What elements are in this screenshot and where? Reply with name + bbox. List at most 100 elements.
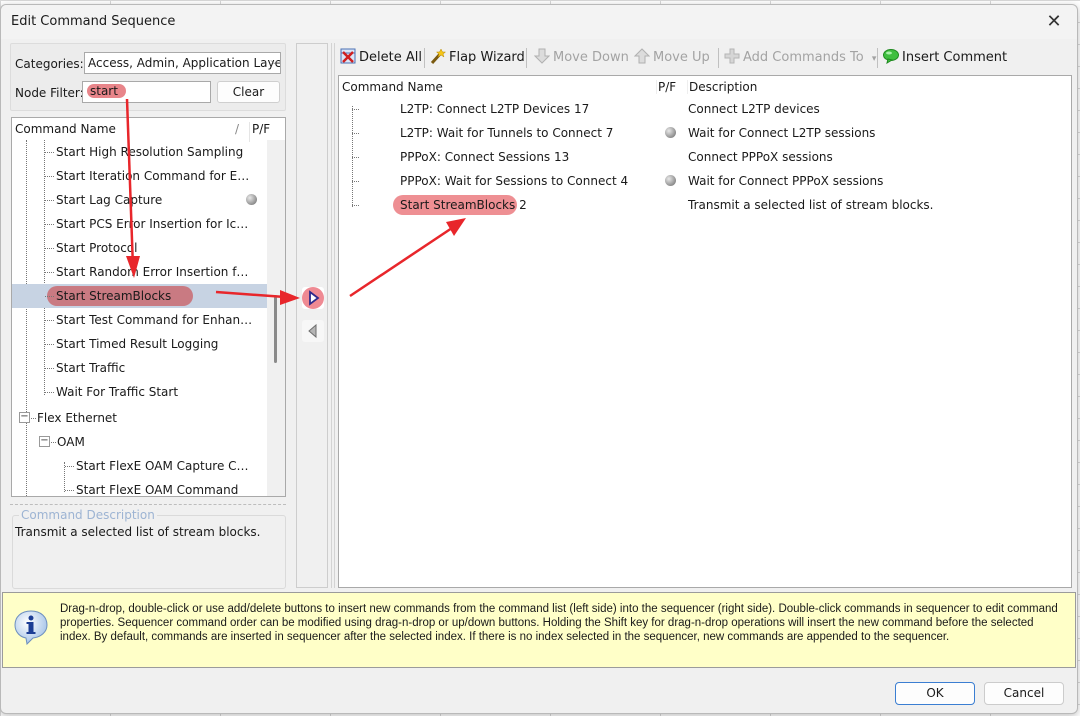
sequencer-command-description: Wait for Connect PPPoX sessions — [688, 174, 884, 188]
tree-connector — [45, 248, 54, 249]
tree-connector — [31, 418, 36, 419]
node-filter-input[interactable]: start — [82, 81, 211, 103]
sequencer-header: Command Name P/F Description — [339, 76, 1071, 98]
tree-group-label: Flex Ethernet — [37, 411, 118, 425]
tree-item[interactable]: Start FlexE OAM Command — [12, 478, 267, 497]
tree-item[interactable]: Start Protocol — [12, 236, 267, 260]
node-filter-label: Node Filter: — [15, 86, 84, 100]
command-tree[interactable]: Command Name / P/F Start High Resolution… — [11, 117, 286, 497]
add-commands-to-label: Add Commands To — [743, 50, 864, 65]
flap-wizard-button[interactable]: Flap Wizard — [430, 48, 525, 68]
categories-value: Access, Admin, Application Laye… — [88, 56, 281, 70]
tree-col-command-name[interactable]: Command Name — [15, 122, 116, 136]
sequencer-row[interactable]: PPPoX: Wait for Sessions to Connect 4 Wai… — [339, 169, 1071, 193]
dropdown-caret-icon: ▾ — [871, 54, 877, 64]
tree-col-pf[interactable]: P/F — [249, 122, 270, 142]
sequencer-row[interactable]: L2TP: Connect L2TP Devices 17 Connect L2T… — [339, 97, 1071, 121]
tree-connector — [45, 272, 54, 273]
toolbar-separator — [877, 48, 878, 68]
sequencer-row[interactable]: PPPoX: Connect Sessions 13 Connect PPPoX … — [339, 145, 1071, 169]
tree-scrollbar[interactable] — [267, 140, 285, 496]
remove-from-sequence-button[interactable] — [302, 320, 324, 342]
cancel-button[interactable]: Cancel — [984, 682, 1064, 705]
sequencer-command-name: L2TP: Wait for Tunnels to Connect 7 — [400, 126, 614, 140]
tree-connector — [352, 109, 359, 110]
tree-item[interactable]: Start Iteration Command for E… — [12, 164, 267, 188]
splitter[interactable] — [10, 504, 286, 505]
tree-item-label: Start FlexE OAM Command — [76, 483, 239, 497]
tree-item-label: Start FlexE OAM Capture C… — [76, 459, 249, 473]
tree-connector — [45, 368, 54, 369]
tree-item[interactable]: Start FlexE OAM Capture C… — [12, 454, 267, 478]
tree-item[interactable]: Start Traffic — [12, 356, 267, 380]
tree-connector — [45, 152, 54, 153]
scrollbar-thumb[interactable] — [274, 295, 277, 363]
pf-status-icon — [665, 175, 676, 186]
categories-label: Categories: — [15, 57, 84, 71]
command-description-text: Transmit a selected list of stream block… — [15, 525, 261, 539]
sequencer-command-description: Wait for Connect L2TP sessions — [688, 126, 876, 140]
flap-wizard-label: Flap Wizard — [449, 50, 525, 65]
tree-item-label: Start StreamBlocks — [56, 289, 172, 303]
insert-comment-button[interactable]: Insert Comment — [883, 48, 1007, 68]
dialog-title: Edit Command Sequence — [11, 14, 176, 29]
tree-group-oam[interactable]: − OAM — [12, 430, 267, 454]
collapse-icon[interactable]: − — [19, 412, 30, 423]
tree-item-label: Start Traffic — [56, 361, 126, 375]
seq-col-pf[interactable]: P/F — [656, 80, 676, 94]
categories-dropdown[interactable]: Access, Admin, Application Laye… ⌵ — [84, 52, 281, 74]
move-up-label: Move Up — [653, 50, 710, 65]
tree-item[interactable]: Start Timed Result Logging — [12, 332, 267, 356]
tree-item[interactable]: Start PCS Error Insertion for Ic… — [12, 212, 267, 236]
info-icon — [14, 610, 48, 645]
node-filter-value: start — [87, 84, 126, 98]
seq-col-command-name[interactable]: Command Name — [342, 80, 443, 94]
delete-all-icon — [340, 48, 356, 64]
arrow-left-icon — [308, 323, 317, 339]
arrow-down-icon — [534, 48, 550, 64]
ok-button[interactable]: OK — [895, 682, 975, 705]
tree-connector — [45, 176, 54, 177]
tree-connector — [352, 157, 359, 158]
info-bar: Drag-n-drop, double-click or use add/del… — [2, 592, 1076, 668]
tree-item[interactable]: Start Test Command for Enhan… — [12, 308, 267, 332]
tree-item[interactable]: Start StreamBlocks — [12, 284, 267, 308]
panel-splitter[interactable] — [331, 43, 335, 588]
sequencer-command-description: Transmit a selected list of stream block… — [688, 198, 934, 212]
sequencer-command-name: L2TP: Connect L2TP Devices 17 — [400, 102, 590, 116]
arrow-up-icon — [634, 48, 650, 64]
tree-connector — [65, 466, 74, 467]
collapse-icon[interactable]: − — [39, 436, 50, 447]
seq-col-description[interactable]: Description — [687, 80, 757, 94]
command-description-legend: Command Description — [19, 508, 157, 522]
insert-comment-label: Insert Comment — [902, 50, 1008, 65]
tree-item-label: Start High Resolution Sampling — [56, 145, 244, 159]
tree-connector — [45, 320, 54, 321]
tree-item-label: Start Timed Result Logging — [56, 337, 219, 351]
sequencer-command-name: PPPoX: Wait for Sessions to Connect 4 — [400, 174, 629, 188]
tree-connector — [352, 133, 359, 134]
plus-icon — [724, 48, 740, 64]
move-down-button[interactable]: Move Down — [534, 48, 629, 68]
sequencer-row[interactable]: Start StreamBlocks 2 Transmit a selected … — [339, 193, 1071, 217]
add-to-sequence-button[interactable] — [302, 287, 324, 309]
delete-all-button[interactable]: Delete All — [340, 48, 422, 68]
tree-item[interactable]: Wait For Traffic Start — [12, 380, 267, 404]
add-commands-to-dropdown[interactable]: Add Commands To ▾ — [724, 48, 876, 68]
clear-button[interactable]: Clear — [217, 81, 280, 103]
tree-item[interactable]: Start Lag Capture — [12, 188, 267, 212]
tree-connector — [45, 296, 54, 297]
tree-connector — [65, 490, 74, 491]
tree-item[interactable]: Start High Resolution Sampling — [12, 140, 267, 164]
move-up-button[interactable]: Move Up — [634, 48, 710, 68]
close-icon[interactable]: ✕ — [1043, 11, 1065, 33]
tree-connector — [352, 205, 359, 206]
sequencer-list[interactable]: Command Name P/F Description L2TP: Conne… — [338, 75, 1072, 588]
tree-connector — [45, 224, 54, 225]
sort-indicator-icon: / — [235, 122, 240, 136]
tree-item[interactable]: Start Random Error Insertion f… — [12, 260, 267, 284]
tree-connector — [45, 392, 54, 393]
sequencer-row[interactable]: L2TP: Wait for Tunnels to Connect 7 Wait … — [339, 121, 1071, 145]
tree-group-flex-ethernet[interactable]: − Flex Ethernet — [12, 406, 267, 430]
pf-status-icon — [665, 127, 676, 138]
